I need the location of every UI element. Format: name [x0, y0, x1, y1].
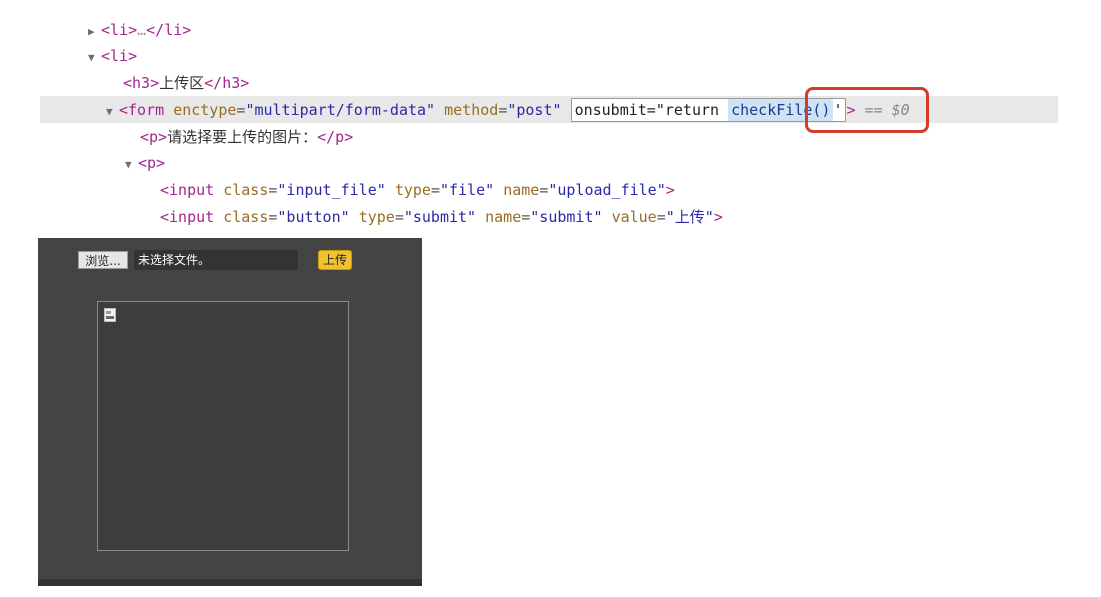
broken-image-icon	[104, 308, 116, 322]
tag-close: </li>	[146, 21, 192, 39]
collapse-triangle-icon[interactable]: ▼	[125, 152, 135, 178]
value-type: "file"	[439, 181, 495, 199]
attr-enctype: enctype	[173, 101, 237, 119]
p-text: 请选择要上传的图片：	[167, 128, 318, 146]
dom-node-li-expanded[interactable]: ▼ <li>	[88, 43, 137, 69]
tag-open: <input	[160, 208, 215, 226]
dom-node-form[interactable]: ▼ <form enctype="multipart/form-data" met…	[106, 97, 910, 123]
preview-bottom-bar	[38, 579, 422, 586]
upload-page-preview: 浏览... 未选择文件。 上传	[38, 238, 422, 586]
collapse-triangle-icon[interactable]: ▼	[88, 45, 98, 71]
attr-method: method	[444, 101, 499, 119]
checkfile-highlight-ring	[805, 87, 929, 133]
dom-node-p[interactable]: ▼ <p>	[125, 150, 165, 176]
tag-close: </h3>	[204, 74, 250, 92]
attr-name: name	[485, 208, 522, 226]
upload-button[interactable]: 上传	[318, 250, 352, 270]
value-name: "upload_file"	[548, 181, 666, 199]
attr-name: name	[503, 181, 540, 199]
collapse-triangle-icon[interactable]: ▼	[106, 99, 116, 125]
ellipsis: …	[137, 21, 147, 39]
tag-open: <p>	[138, 154, 166, 172]
value-method: "post"	[507, 101, 562, 119]
tag-open: <p>	[140, 128, 168, 146]
devtools-elements-panel: ▶ <li>…</li> ▼ <li> <h3>上传区</h3> ▼ <form en…	[0, 0, 1101, 232]
value-enctype: "multipart/form-data"	[245, 101, 436, 119]
value-name: "submit"	[530, 208, 603, 226]
file-status-field[interactable]: 未选择文件。	[134, 250, 298, 270]
dom-node-input-file[interactable]: <input class="input_file" type="file" na…	[160, 177, 675, 203]
tag-open: <form	[119, 101, 165, 119]
attr-class: class	[223, 181, 269, 199]
expand-triangle-icon[interactable]: ▶	[88, 19, 98, 45]
tag-open: <input	[160, 181, 215, 199]
value-class: "button"	[277, 208, 350, 226]
attr-class: class	[223, 208, 269, 226]
attr-value: value	[611, 208, 657, 226]
onsubmit-text: onsubmit="return	[574, 101, 720, 119]
attr-type: type	[394, 181, 431, 199]
dom-node-h3[interactable]: <h3>上传区</h3>	[123, 70, 249, 96]
tag-close: </p>	[317, 128, 354, 146]
image-preview-frame	[97, 301, 349, 551]
dom-node-li-collapsed[interactable]: ▶ <li>…</li>	[88, 17, 191, 43]
tag-open: <h3>	[123, 74, 160, 92]
tag-open: <li>	[101, 21, 138, 39]
h3-text: 上传区	[159, 74, 205, 92]
dom-node-input-submit[interactable]: <input class="button" type="submit" name…	[160, 204, 723, 230]
tag-open: <li>	[101, 47, 138, 65]
value-value: "上传"	[665, 208, 714, 226]
browse-button[interactable]: 浏览...	[78, 251, 128, 269]
tag-end: >	[665, 181, 675, 199]
value-type: "submit"	[403, 208, 477, 226]
value-class: "input_file"	[277, 181, 386, 199]
dom-node-p-text[interactable]: <p>请选择要上传的图片：</p>	[140, 124, 353, 150]
attr-type: type	[358, 208, 395, 226]
tag-end: >	[713, 208, 723, 226]
